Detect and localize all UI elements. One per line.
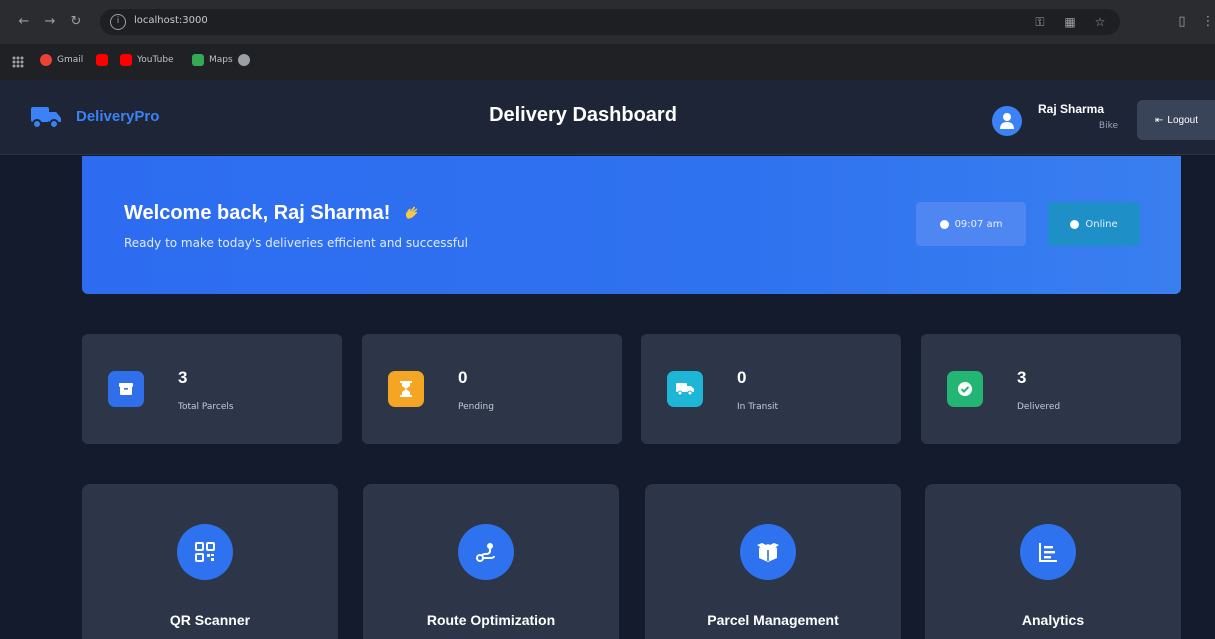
page-title: Delivery Dashboard: [489, 104, 677, 126]
gmail-icon: [40, 54, 52, 66]
feature-card-analytics[interactable]: Analytics: [925, 484, 1181, 639]
password-key-icon[interactable]: ⚿: [1032, 14, 1048, 30]
stat-card-in-transit: 0 In Transit: [641, 334, 901, 444]
logout-icon: ⇤: [1155, 114, 1164, 126]
chart-list-icon: [1020, 524, 1076, 580]
feature-label: Parcel Management: [707, 612, 839, 628]
user-role: Bike: [1098, 121, 1118, 131]
clock-icon: [939, 219, 949, 229]
site-info-icon[interactable]: i: [110, 14, 126, 30]
stat-card-total-parcels: 3 Total Parcels: [82, 334, 342, 444]
feature-label: Analytics: [1021, 612, 1085, 628]
bookmark-youtube-short[interactable]: [96, 54, 108, 66]
bookmarks-bar: Gmail YouTube Maps: [0, 44, 1215, 80]
check-circle-icon: [947, 371, 983, 407]
reload-icon[interactable]: ↻: [66, 12, 86, 32]
youtube-icon: [96, 54, 108, 66]
status-badge: Online: [1048, 202, 1140, 246]
stat-value: 3: [178, 368, 188, 387]
bookmark-globe[interactable]: [238, 54, 250, 66]
avatar[interactable]: [992, 106, 1022, 136]
stat-value: 0: [458, 368, 468, 387]
stat-value: 3: [1017, 368, 1027, 387]
stat-value: 0: [737, 368, 747, 387]
time-badge: 09:07 am: [916, 202, 1026, 246]
extensions-icon[interactable]: ▯: [1172, 12, 1192, 32]
welcome-banner: Welcome back, Raj Sharma! Ready to make …: [82, 156, 1181, 294]
app-header: DeliveryPro Delivery Dashboard Raj Sharm…: [0, 80, 1215, 155]
user-name: Raj Sharma: [1038, 102, 1105, 116]
hourglass-icon: [388, 371, 424, 407]
qr-code-icon: [177, 524, 233, 580]
apps-grid-icon[interactable]: [12, 56, 24, 68]
bookmark-star-icon[interactable]: ☆: [1092, 14, 1108, 30]
box-icon: [108, 371, 144, 407]
browser-chrome: ← → ↻ i localhost:3000 ⚿ ▦ ☆ ▯ ⋮ Gmail Y…: [0, 0, 1215, 80]
open-box-icon: [740, 524, 796, 580]
bookmark-gmail[interactable]: Gmail: [40, 54, 83, 66]
feature-card-route-optimization[interactable]: Route Optimization: [363, 484, 619, 639]
globe-icon: [238, 54, 250, 66]
forward-icon[interactable]: →: [40, 12, 60, 32]
browser-toolbar: ← → ↻ i localhost:3000 ⚿ ▦ ☆ ▯ ⋮: [0, 0, 1215, 44]
youtube-icon: [120, 54, 132, 66]
feature-label: QR Scanner: [169, 612, 251, 628]
translate-icon[interactable]: ▦: [1062, 14, 1078, 30]
route-icon: [458, 524, 514, 580]
waving-hand-icon: [405, 206, 418, 219]
welcome-title: Welcome back, Raj Sharma!: [124, 202, 420, 225]
address-url[interactable]: localhost:3000: [134, 15, 208, 26]
stat-card-pending: 0 Pending: [362, 334, 622, 444]
stat-label: Pending: [458, 402, 494, 412]
stat-card-delivered: 3 Delivered: [921, 334, 1181, 444]
feature-card-qr-scanner[interactable]: QR Scanner: [82, 484, 338, 639]
logout-button[interactable]: ⇤ Logout: [1137, 100, 1215, 140]
feature-card-parcel-management[interactable]: Parcel Management: [645, 484, 901, 639]
truck-icon: [667, 371, 703, 407]
user-icon: [1000, 113, 1014, 129]
welcome-subtitle: Ready to make today's deliveries efficie…: [124, 236, 468, 250]
menu-icon[interactable]: ⋮: [1198, 12, 1215, 32]
bookmark-youtube[interactable]: YouTube: [120, 54, 174, 66]
bookmark-maps[interactable]: Maps: [192, 54, 233, 66]
back-icon[interactable]: ←: [14, 12, 34, 32]
stat-label: Delivered: [1017, 402, 1061, 412]
online-dot-icon: [1070, 219, 1080, 229]
stat-label: Total Parcels: [178, 402, 234, 412]
stat-label: In Transit: [737, 402, 779, 412]
feature-label: Route Optimization: [426, 612, 556, 628]
address-bar[interactable]: i localhost:3000 ⚿ ▦ ☆: [100, 9, 1120, 35]
maps-icon: [192, 54, 204, 66]
